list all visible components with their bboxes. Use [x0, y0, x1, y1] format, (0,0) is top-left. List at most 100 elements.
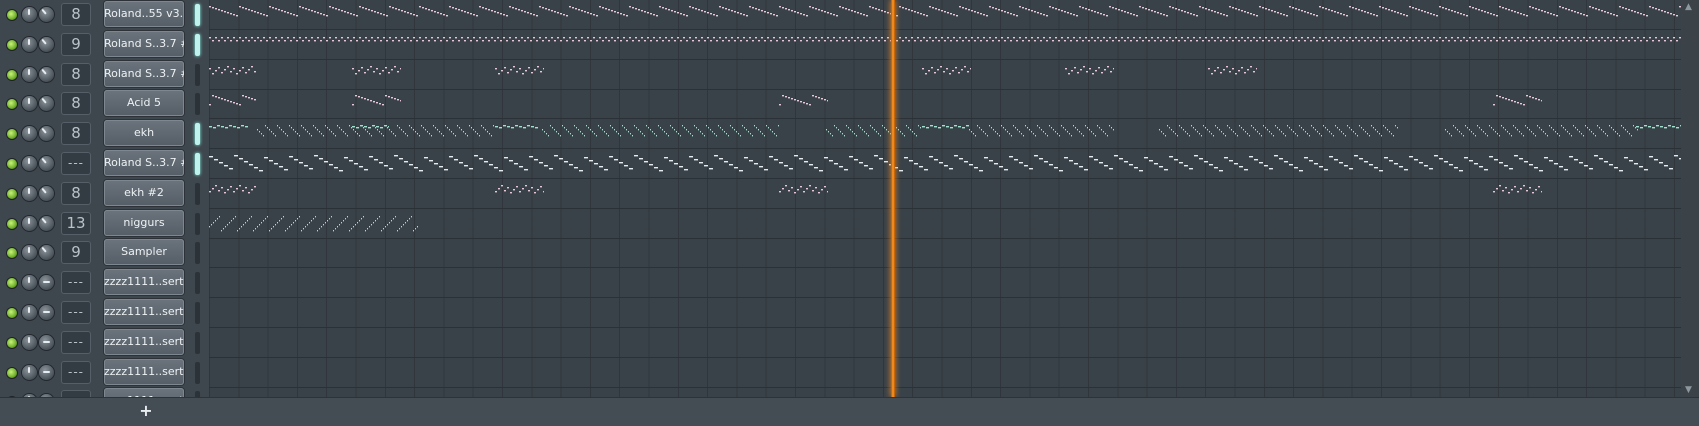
scroll-up-icon[interactable]: ▲ [1685, 2, 1692, 12]
pattern-lane [209, 60, 1681, 90]
volume-knob-icon[interactable] [22, 7, 37, 22]
volume-knob-icon[interactable] [22, 126, 37, 141]
add-channel-button[interactable]: + [136, 400, 156, 422]
channel-mute-led-icon[interactable] [7, 159, 17, 169]
channel-mute-led-icon[interactable] [7, 248, 17, 258]
channel-mute-led-icon[interactable] [7, 219, 17, 229]
channel-select-indicator[interactable] [195, 332, 200, 354]
volume-knob-icon[interactable] [22, 37, 37, 52]
volume-knob-icon[interactable] [22, 245, 37, 260]
channel-select-indicator[interactable] [195, 302, 200, 324]
channel-select-indicator[interactable] [195, 242, 200, 264]
channel-mute-led-icon[interactable] [7, 40, 17, 50]
pan-knob-icon[interactable] [39, 365, 54, 380]
volume-knob-icon[interactable] [22, 305, 37, 320]
volume-knob-icon[interactable] [22, 216, 37, 231]
pattern-lane [209, 30, 1681, 60]
channel-name-button[interactable]: ekh [104, 120, 184, 146]
channel-name-button[interactable]: ekh #2 [104, 180, 184, 206]
pan-knob-icon[interactable] [39, 245, 54, 260]
mixer-track-number[interactable]: --- [61, 390, 91, 397]
mixer-track-number[interactable]: 8 [61, 182, 91, 205]
pattern-lane [209, 387, 1681, 397]
mixer-track-number[interactable]: 9 [61, 241, 91, 264]
channel-mute-led-icon[interactable] [7, 308, 17, 318]
channel-name-button[interactable]: Sampler [104, 239, 184, 265]
mixer-track-number[interactable]: 8 [61, 63, 91, 86]
mixer-track-number[interactable]: 13 [61, 212, 91, 235]
pan-knob-icon[interactable] [39, 96, 54, 111]
pan-knob-icon[interactable] [39, 7, 54, 22]
channel-select-indicator[interactable] [195, 213, 200, 235]
channel-name-button[interactable]: Roland S..3.7 #2 [104, 31, 184, 57]
channel-name-button[interactable]: zzzz1111..sert 9 [104, 329, 184, 355]
channel-mute-led-icon[interactable] [7, 368, 17, 378]
mixer-track-number[interactable]: 8 [61, 122, 91, 145]
pan-knob-icon[interactable] [39, 275, 54, 290]
channel-select-indicator[interactable] [195, 272, 200, 294]
note-preview-clip [1065, 66, 1114, 75]
note-preview-clip [922, 125, 969, 129]
channel-select-indicator[interactable] [195, 34, 200, 56]
channel-name-button[interactable]: zzzz1111..sert 9 [104, 388, 184, 397]
note-preview-clip [1636, 125, 1681, 129]
volume-knob-icon[interactable] [22, 275, 37, 290]
mixer-track-number[interactable]: 8 [61, 3, 91, 26]
pan-knob-icon[interactable] [39, 126, 54, 141]
channel-name-button[interactable]: zzzz1111..sert 9 [104, 269, 184, 295]
note-preview-clip [209, 155, 1681, 172]
channel-name-button[interactable]: Roland S..3.7 #4 [104, 150, 184, 176]
mixer-track-number[interactable]: --- [61, 331, 91, 354]
channel-name-button[interactable]: zzzz1111..sert 9 [104, 359, 184, 385]
channel-select-indicator[interactable] [195, 4, 200, 26]
channel-name-button[interactable]: Acid 5 [104, 90, 184, 116]
scroll-down-icon[interactable]: ▼ [1685, 385, 1692, 395]
mixer-track-number[interactable]: 9 [61, 33, 91, 56]
note-preview-clip [209, 66, 256, 75]
pan-knob-icon[interactable] [39, 37, 54, 52]
piano-roll-preview-area[interactable] [209, 0, 1681, 397]
channel-select-indicator[interactable] [195, 93, 200, 115]
channel-mute-led-icon[interactable] [7, 129, 17, 139]
channel-mute-led-icon[interactable] [7, 338, 17, 348]
volume-knob-icon[interactable] [22, 186, 37, 201]
note-preview-clip [352, 95, 401, 106]
playhead[interactable] [891, 0, 895, 397]
mixer-track-number[interactable]: 8 [61, 92, 91, 115]
rack-footer: + [0, 397, 1699, 426]
volume-knob-icon[interactable] [22, 365, 37, 380]
pan-knob-icon[interactable] [39, 305, 54, 320]
channel-name-button[interactable]: Roland..55 v3.7 [104, 1, 184, 27]
channel-mute-led-icon[interactable] [7, 278, 17, 288]
mixer-track-number[interactable]: --- [61, 361, 91, 384]
channel-name-button[interactable]: Roland S..3.7 #3 [104, 61, 184, 87]
volume-knob-icon[interactable] [22, 67, 37, 82]
volume-knob-icon[interactable] [22, 96, 37, 111]
channel-mute-led-icon[interactable] [7, 70, 17, 80]
channel-name-button[interactable]: niggurs [104, 210, 184, 236]
pan-knob-icon[interactable] [39, 335, 54, 350]
pan-knob-icon[interactable] [39, 156, 54, 171]
vertical-scrollbar[interactable]: ▲ ▼ [1681, 0, 1699, 397]
channel-select-indicator[interactable] [195, 362, 200, 384]
channel-select-indicator[interactable] [195, 183, 200, 205]
channel-select-indicator[interactable] [195, 123, 200, 145]
pattern-lane [209, 149, 1681, 179]
note-preview-clip [209, 185, 256, 194]
pattern-lane [209, 0, 1681, 30]
channel-mute-led-icon[interactable] [7, 189, 17, 199]
volume-knob-icon[interactable] [22, 335, 37, 350]
pan-knob-icon[interactable] [39, 216, 54, 231]
volume-knob-icon[interactable] [22, 156, 37, 171]
note-preview-clip [352, 125, 389, 129]
channel-select-indicator[interactable] [195, 153, 200, 175]
mixer-track-number[interactable]: --- [61, 301, 91, 324]
mixer-track-number[interactable]: --- [61, 152, 91, 175]
channel-mute-led-icon[interactable] [7, 10, 17, 20]
pan-knob-icon[interactable] [39, 186, 54, 201]
pan-knob-icon[interactable] [39, 67, 54, 82]
mixer-track-number[interactable]: --- [61, 271, 91, 294]
channel-select-indicator[interactable] [195, 64, 200, 86]
channel-name-button[interactable]: zzzz1111..sert 9 [104, 299, 184, 325]
channel-mute-led-icon[interactable] [7, 99, 17, 109]
